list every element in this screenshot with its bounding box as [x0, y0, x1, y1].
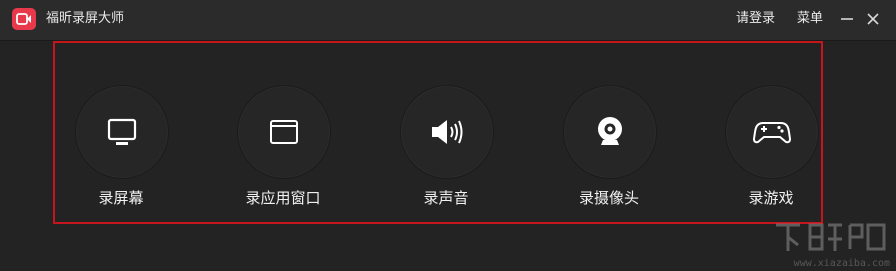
close-icon [867, 13, 879, 25]
action-circle [237, 85, 331, 179]
record-window-button[interactable]: 录应用窗口 [218, 85, 348, 215]
close-button[interactable] [864, 10, 882, 28]
video-camera-icon [16, 13, 31, 25]
action-circle [725, 85, 819, 179]
action-label: 录屏幕 [98, 189, 144, 207]
title-bar: 福昕录屏大师 请登录 菜单 [0, 0, 896, 41]
action-label: 录应用窗口 [245, 189, 321, 207]
login-link[interactable]: 请登录 [736, 11, 775, 27]
app-title: 福昕录屏大师 [46, 11, 125, 26]
minimize-button[interactable] [838, 10, 856, 28]
app-logo [12, 8, 36, 30]
gamepad-icon [752, 122, 792, 144]
action-circle [75, 85, 169, 179]
action-circle [400, 85, 494, 179]
record-webcam-button[interactable]: 录摄像头 [544, 85, 674, 215]
menu-button[interactable]: 菜单 [797, 11, 823, 27]
watermark-logo [776, 223, 886, 251]
minimize-icon [841, 18, 853, 20]
window-icon [270, 120, 298, 144]
action-circle [563, 85, 657, 179]
monitor-icon [107, 118, 137, 145]
speaker-icon [432, 120, 463, 144]
record-game-button[interactable]: 录游戏 [706, 85, 836, 215]
action-label: 录声音 [423, 189, 469, 207]
webcam-icon [598, 117, 622, 145]
watermark-text: www.xiazaiba.com [793, 258, 890, 269]
record-sound-button[interactable]: 录声音 [381, 85, 511, 215]
watermark: www.xiazaiba.com [770, 219, 890, 269]
action-label: 录游戏 [748, 189, 794, 207]
record-screen-button[interactable]: 录屏幕 [56, 85, 186, 215]
action-label: 录摄像头 [578, 189, 639, 207]
